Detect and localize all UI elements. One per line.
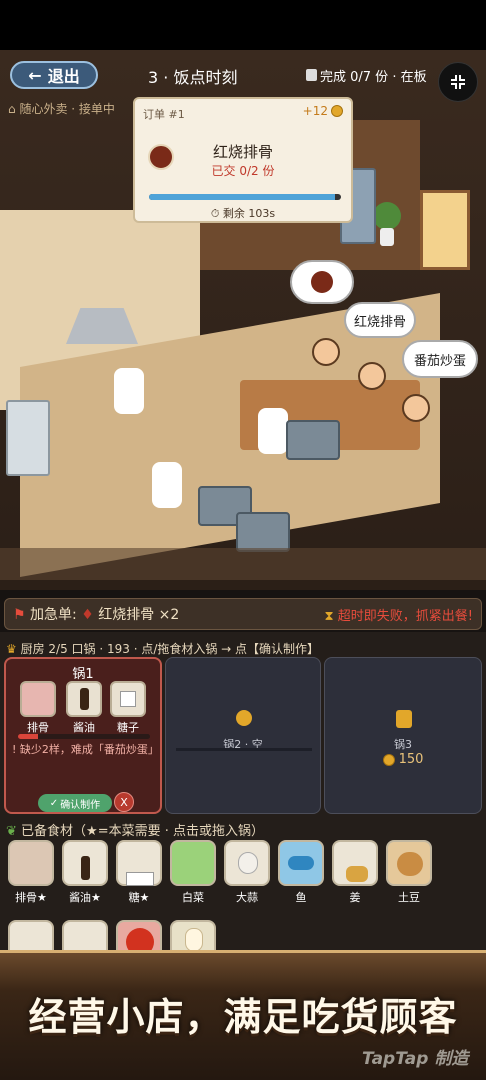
fullscreen-button[interactable] — [438, 62, 478, 102]
level-title: 3 · 饭点时刻 — [148, 68, 238, 87]
fish-tile-icon[interactable] — [278, 840, 324, 886]
pot-1-ingredient-2: 酱油 — [73, 721, 95, 734]
taptap-watermark: TapTap 制造 — [362, 1049, 469, 1069]
rush-label: 加急单: — [30, 607, 77, 623]
pot-1-ingredient-1: 排骨 — [27, 721, 49, 734]
top-black-bar — [0, 0, 486, 50]
rush-dish: 红烧排骨 ×2 — [98, 607, 180, 623]
potted-plant-icon — [372, 198, 402, 248]
stock-item-3: 糖★ — [128, 891, 150, 904]
coin-icon — [331, 105, 343, 117]
order-reward: +12 — [303, 104, 343, 118]
window — [420, 190, 470, 270]
ribs-ingredient-icon[interactable] — [20, 681, 56, 717]
order-id: 订单 #1 — [143, 108, 185, 121]
pot-1-warning: ! 缺少2样，难成「番茄炒蛋」 — [12, 743, 159, 756]
refrigerator — [6, 400, 50, 476]
stove-3[interactable] — [286, 420, 340, 460]
order-dish-name: 红烧排骨 — [212, 143, 273, 161]
stock-item-1: 排骨★ — [15, 891, 47, 904]
pot-2-card[interactable]: 锅2 · 空 — [165, 657, 321, 814]
shop-status-text: 随心外卖 · 接单中 — [19, 102, 115, 116]
ginger-tile-icon[interactable] — [332, 840, 378, 886]
rush-warning-wrap: ⧗ 超时即失败，抓紧出餐! — [325, 605, 474, 624]
customer-2[interactable] — [358, 362, 386, 390]
pot-icon — [236, 710, 252, 726]
pot-2-progress — [176, 748, 312, 751]
pot-1-card[interactable]: 锅1 排骨 酱油 糖子 ! 缺少2样，难成「番茄炒蛋」 ✓ 确认制作 X — [4, 657, 162, 814]
customer-3[interactable] — [402, 394, 430, 422]
clipboard-icon — [306, 69, 317, 81]
potato-tile-icon[interactable] — [386, 840, 432, 886]
order-timer-fill — [149, 194, 336, 200]
pot-1-progress — [18, 734, 150, 739]
pot-3-price-value: 150 — [398, 752, 424, 767]
stock-title: ❦ 已备食材（★=本菜需要 · 点击或拖入锅） — [6, 820, 264, 839]
confirm-cook-button[interactable]: ✓ 确认制作 — [38, 794, 112, 812]
stock-item-6: 鱼 — [295, 891, 307, 904]
back-button[interactable]: ← 退出 — [10, 61, 98, 89]
kitchen-info-text: 厨房 2/5 口锅 · 193 · 点/拖食材入锅 → 点【确认制作】 — [20, 642, 320, 656]
coin-icon — [382, 753, 395, 766]
alarm-icon: ⚑ — [13, 607, 26, 623]
stock-title-text: 已备食材（★=本菜需要 · 点击或拖入锅） — [21, 824, 264, 839]
arrow-left-icon: ← — [28, 65, 42, 85]
stock-item-4: 白菜 — [182, 891, 204, 904]
soy-sauce-tile-icon[interactable] — [62, 840, 108, 886]
order-timer-bar — [149, 194, 341, 200]
bubble-order-1: 红烧排骨 — [344, 302, 416, 338]
ribs-dish-icon — [311, 271, 333, 293]
promo-slogan: 经营小店，满足吃货顾客 — [28, 995, 458, 1039]
stove-2[interactable] — [236, 512, 290, 552]
progress-value: 完成 0/7 份 · 在板 — [320, 70, 427, 85]
scene-bottom-strip — [0, 548, 486, 580]
pot-1-ingredient-3: 糖子 — [117, 721, 139, 734]
customer-thought-bubble — [290, 260, 354, 304]
stock-item-7: 姜 — [349, 891, 361, 904]
back-label: 退出 — [47, 67, 80, 86]
lock-icon — [396, 710, 412, 728]
pot-3-price: 150 — [325, 752, 481, 767]
rush-warning: 超时即失败，抓紧出餐! — [337, 608, 473, 624]
rush-order-bar: ⚑ 加急单: ♦ 红烧排骨 ×2 ⧗ 超时即失败，抓紧出餐! — [4, 598, 482, 630]
hourglass-icon: ⧗ — [324, 608, 334, 624]
pot-3-label: 锅3 — [394, 738, 412, 751]
order-remaining: ⏱ 剩余 103s — [135, 205, 351, 221]
chef-2 — [152, 462, 182, 508]
bubble-order-2: 番茄炒蛋 — [402, 340, 478, 378]
pot-1-progress-fill — [18, 734, 38, 739]
chef-1 — [114, 368, 144, 414]
order-delivered: 已交 0/2 份 — [211, 164, 275, 178]
customer-1[interactable] — [312, 338, 340, 366]
sugar-ingredient-icon[interactable] — [110, 681, 146, 717]
chef-3 — [258, 408, 288, 454]
ribs-tile-icon[interactable] — [8, 840, 54, 886]
clock-icon: ⏱ — [210, 207, 220, 220]
order-card[interactable]: 订单 #1 +12 红烧排骨 已交 0/2 份 ⏱ 剩余 103s — [133, 97, 353, 223]
confirm-label: 确认制作 — [60, 799, 101, 811]
home-icon: ⌂ — [8, 102, 16, 116]
stock-item-2: 酱油★ — [69, 891, 101, 904]
cancel-button[interactable]: X — [114, 792, 134, 812]
pot-3-card[interactable]: 锅3 150 — [324, 657, 482, 814]
leaf-icon: ❦ — [6, 824, 17, 839]
order-remaining-text: 剩余 103s — [222, 207, 276, 220]
pot-1-title: 锅1 — [72, 667, 94, 682]
crown-icon: ♛ — [6, 642, 17, 656]
cabbage-tile-icon[interactable] — [170, 840, 216, 886]
kitchen-info: ♛ 厨房 2/5 口锅 · 193 · 点/拖食材入锅 → 点【确认制作】 — [6, 640, 319, 657]
garlic-tile-icon[interactable] — [224, 840, 270, 886]
shop-status: ⌂ 随心外卖 · 接单中 — [8, 100, 115, 117]
stock-item-5: 大蒜 — [236, 891, 258, 904]
collapse-arrows-icon — [451, 75, 465, 89]
check-icon: ✓ — [49, 797, 59, 809]
sugar-tile-icon[interactable] — [116, 840, 162, 886]
reward-value: +12 — [302, 104, 328, 118]
progress-text: 完成 0/7 份 · 在板 — [306, 66, 456, 85]
stock-item-8: 土豆 — [398, 891, 420, 904]
meat-skewer-icon: ♦ — [81, 607, 94, 623]
soy-sauce-ingredient-icon[interactable] — [66, 681, 102, 717]
rush-left: ⚑ 加急单: ♦ 红烧排骨 ×2 — [13, 604, 179, 624]
